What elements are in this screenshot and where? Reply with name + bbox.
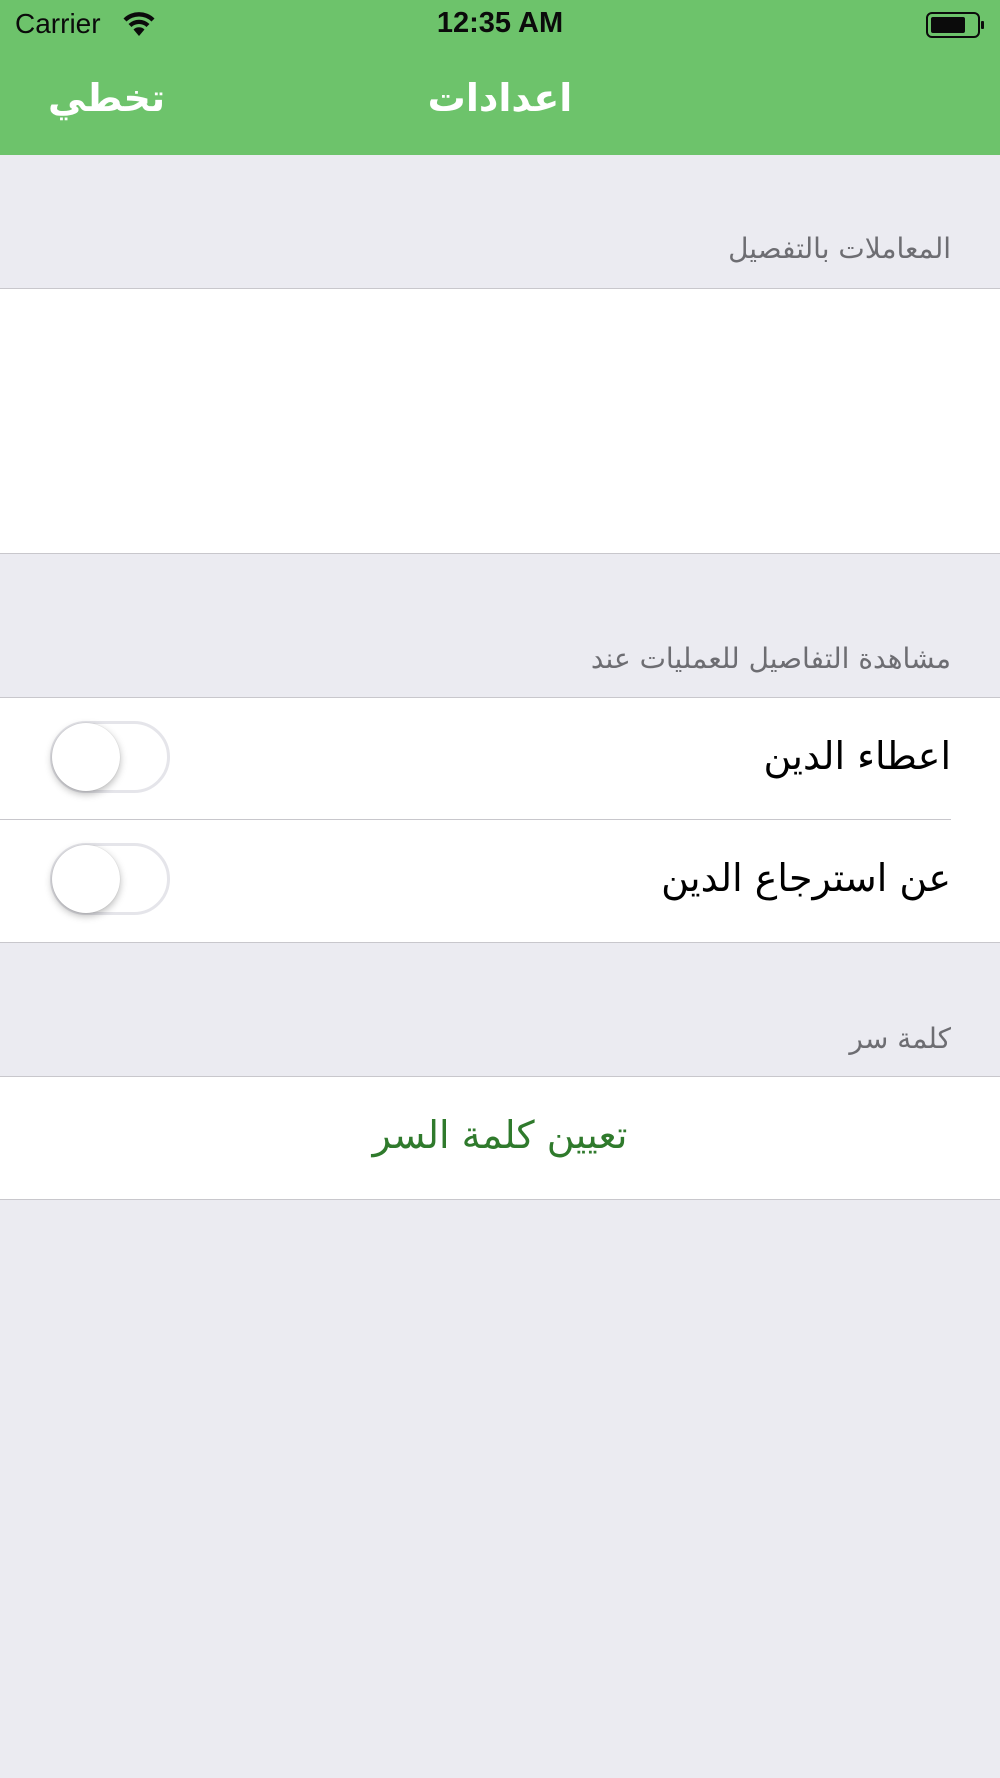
section-header-password: كلمة سر <box>849 1022 951 1055</box>
section-header-detailed-transactions: المعاملات بالتفصيل <box>728 232 951 265</box>
detailed-transactions-group <box>0 288 1000 554</box>
view-details-group: اعطاء الدين عن استرجاع الدين <box>0 697 1000 943</box>
navigation-bar: تخطي اعدادات <box>0 50 1000 155</box>
toggle-knob <box>52 723 120 791</box>
setting-row-give-debt: اعطاء الدين <box>0 698 1000 820</box>
status-time: 12:35 AM <box>436 7 564 39</box>
status-bar: Carrier 12:35 AM <box>0 0 1000 50</box>
battery-icon <box>926 12 984 38</box>
toggle-knob <box>52 845 120 913</box>
top-bar: Carrier 12:35 AM تخطي اعدادات <box>0 0 1000 155</box>
password-group: تعيين كلمة السر <box>0 1076 1000 1200</box>
give-debt-toggle[interactable] <box>50 721 170 793</box>
setting-label-give-debt: اعطاء الدين <box>763 734 951 778</box>
setting-row-return-debt: عن استرجاع الدين <box>0 820 1000 942</box>
set-password-button[interactable]: تعيين كلمة السر <box>0 1113 1000 1157</box>
page-title: اعدادات <box>427 76 573 120</box>
setting-label-return-debt: عن استرجاع الدين <box>661 856 951 900</box>
return-debt-toggle[interactable] <box>50 843 170 915</box>
section-header-view-details: مشاهدة التفاصيل للعمليات عند <box>590 642 951 675</box>
